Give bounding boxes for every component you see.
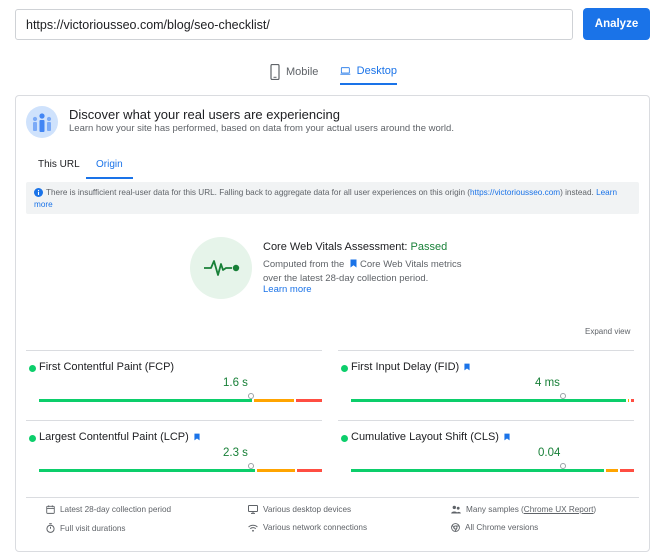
tab-this-url[interactable]: This URL (28, 151, 90, 179)
cwv-status-badge (190, 237, 252, 299)
footer-text-durations: Full visit durations (60, 523, 126, 533)
chrome-icon (451, 523, 460, 532)
crux-users-logo (26, 106, 58, 138)
core-vital-bookmark-icon (504, 433, 510, 441)
needs-improvement-segment (628, 399, 629, 402)
pulse-icon (204, 260, 240, 276)
analyze-button[interactable]: Analyze (583, 8, 650, 40)
distribution-bar (351, 469, 634, 472)
footer-item-devices: Various desktop devices (248, 505, 351, 514)
metric-value: 1.6 s (223, 377, 248, 389)
tab-desktop[interactable]: Desktop (340, 58, 397, 85)
tab-origin[interactable]: Origin (86, 151, 133, 179)
metric-cls[interactable]: Cumulative Layout Shift (CLS) 0.04 (338, 420, 634, 488)
tab-mobile-label: Mobile (286, 65, 319, 78)
good-segment (351, 399, 626, 402)
collection-info-footer: Latest 28-day collection period Various … (26, 497, 639, 544)
metric-name: Largest Contentful Paint (LCP) (39, 431, 200, 443)
needs-improvement-segment (606, 469, 618, 472)
footer-item-network: Various network connections (248, 523, 367, 532)
wifi-icon (248, 524, 258, 532)
footer-text-samples: Many samples (Chrome UX Report) (466, 505, 597, 514)
footer-text-devices: Various desktop devices (263, 505, 352, 514)
laptop-icon (340, 66, 351, 75)
panel-title: Discover what your real users are experi… (69, 107, 340, 122)
tab-desktop-label: Desktop (356, 64, 397, 77)
metric-name-text: First Input Delay (FID) (351, 361, 460, 373)
distribution-bar (39, 469, 322, 472)
footer-item-durations: Full visit durations (46, 523, 126, 533)
cwv-description: Computed from the Core Web Vitals metric… (263, 258, 462, 286)
metric-fcp[interactable]: First Contentful Paint (FCP) 1.6 s (26, 350, 322, 418)
good-status-dot (341, 435, 348, 442)
cwv-desc-part1: Computed from the (263, 259, 345, 270)
panel-subtitle: Learn how your site has performed, based… (69, 123, 454, 134)
metric-name: First Input Delay (FID) (351, 361, 470, 373)
good-status-dot (341, 365, 348, 372)
cwv-learn-more-link[interactable]: Learn more (263, 284, 312, 295)
calendar-icon (46, 505, 55, 514)
expand-view-button[interactable]: Expand view (585, 327, 630, 336)
footer-item-period: Latest 28-day collection period (46, 505, 171, 514)
poor-segment (296, 399, 322, 402)
metric-value: 0.04 (538, 447, 561, 459)
url-input[interactable] (15, 9, 573, 40)
core-vital-bookmark-icon (464, 363, 470, 371)
good-status-dot (29, 435, 36, 442)
metric-name: Cumulative Layout Shift (CLS) (351, 431, 510, 443)
metric-value: 4 ms (535, 377, 560, 389)
distribution-bar (351, 399, 634, 402)
poor-segment (297, 469, 322, 472)
metric-fid[interactable]: First Input Delay (FID) 4 ms (338, 350, 634, 418)
stopwatch-icon (46, 523, 55, 533)
cwv-desc-part2: Core Web Vitals metrics (359, 259, 462, 270)
metric-name-text: First Contentful Paint (FCP) (39, 361, 175, 373)
footer-text-versions: All Chrome versions (465, 523, 539, 532)
chrome-ux-report-link[interactable]: Chrome UX Report (524, 505, 594, 514)
notice-text-after: ) instead. (560, 188, 594, 197)
poor-segment (620, 469, 634, 472)
core-vital-bookmark-icon (194, 433, 200, 441)
insufficient-data-notice: There is insufficient real-user data for… (26, 182, 639, 214)
monitor-icon (248, 505, 258, 514)
cwv-assessment-label: Core Web Vitals Assessment: (263, 241, 411, 253)
footer-item-versions: All Chrome versions (451, 523, 538, 532)
info-icon (34, 188, 43, 197)
good-segment (39, 469, 255, 472)
metric-name: First Contentful Paint (FCP) (39, 361, 174, 373)
cwv-assessment-title: Core Web Vitals Assessment: Passed (263, 241, 447, 253)
distribution-bar (39, 399, 322, 402)
good-status-dot (29, 365, 36, 372)
device-tabs: Mobile Desktop (0, 58, 670, 86)
metric-name-text: Largest Contentful Paint (LCP) (39, 431, 189, 443)
needs-improvement-segment (257, 469, 295, 472)
smartphone-icon (270, 63, 280, 80)
tab-mobile[interactable]: Mobile (270, 58, 318, 85)
notice-text: There is insufficient real-user data for… (46, 188, 470, 197)
bookmark-icon (350, 259, 357, 268)
good-segment (39, 399, 252, 402)
metric-lcp[interactable]: Largest Contentful Paint (LCP) 2.3 s (26, 420, 322, 488)
scope-tabs: This URL Origin (26, 151, 326, 181)
good-segment (351, 469, 604, 472)
metric-value: 2.3 s (223, 447, 248, 459)
field-data-panel: Discover what your real users are experi… (15, 95, 650, 552)
cwv-assessment-status: Passed (410, 241, 448, 253)
users-icon (451, 505, 461, 514)
metric-name-text: Cumulative Layout Shift (CLS) (351, 431, 499, 443)
footer-item-samples: Many samples (Chrome UX Report) (451, 505, 596, 514)
footer-text-period: Latest 28-day collection period (60, 505, 172, 514)
needs-improvement-segment (254, 399, 294, 402)
origin-link[interactable]: https://victoriousseo.com (470, 188, 560, 197)
poor-segment (631, 399, 634, 402)
footer-text-network: Various network connections (263, 523, 368, 532)
